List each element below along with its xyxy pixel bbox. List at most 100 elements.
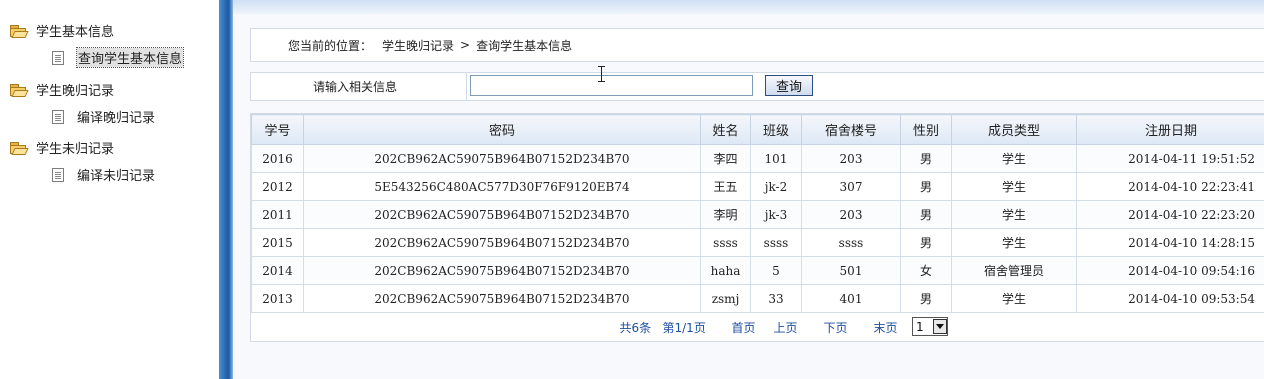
search-input[interactable] bbox=[470, 75, 753, 96]
tree-item-label: 编译未归记录 bbox=[77, 169, 156, 184]
tree-group-absent-records[interactable]: 学生未归记录 bbox=[10, 138, 114, 157]
search-button[interactable]: 查询 bbox=[765, 75, 813, 96]
table-cell: 2012 bbox=[251, 172, 304, 201]
table-cell: 男 bbox=[900, 144, 952, 173]
table-cell: 男 bbox=[900, 228, 952, 257]
table-row: 2016 202CB962AC59075B964B07152D234B70 李四 10… bbox=[251, 144, 1264, 173]
search-divider bbox=[466, 73, 467, 100]
page-select[interactable]: 1 bbox=[912, 317, 948, 336]
table-cell: 学生 bbox=[951, 228, 1077, 257]
pager-first-link[interactable]: 首页 bbox=[732, 319, 756, 336]
pager-row: 共6条 第1/1页 首页 上页 下页 末页 bbox=[252, 313, 1264, 341]
table-cell: 学生 bbox=[951, 144, 1077, 173]
table-cell: 2013 bbox=[251, 284, 304, 313]
pager-total: 共6条 bbox=[619, 321, 652, 335]
table-row: 2014 202CB962AC59075B964B07152D234B70 haha… bbox=[251, 256, 1264, 285]
column-header: 宿舍楼号 bbox=[801, 114, 901, 145]
top-bar bbox=[233, 0, 1264, 14]
table-cell: 男 bbox=[900, 284, 952, 313]
table-cell: 101 bbox=[750, 144, 802, 173]
table-cell: jk-2 bbox=[750, 172, 802, 201]
text-cursor-icon bbox=[598, 66, 605, 82]
tree-item-label: 编译晚归记录 bbox=[77, 111, 156, 126]
pager-page-info: 第1/1页 bbox=[662, 321, 706, 335]
table-cell: 李明 bbox=[700, 200, 751, 229]
table-header-row: 学号 密码 姓名 班级 宿舍楼号 性别 成员类型 注册日期 bbox=[251, 114, 1264, 145]
table-row: 2012 5E543256C480AC577D30F76F9120EB74 王五 jk… bbox=[251, 172, 1264, 201]
table-cell: 学生 bbox=[951, 172, 1077, 201]
frame-splitter[interactable] bbox=[219, 0, 233, 379]
table-cell: 2014-04-11 19:51:52 bbox=[1076, 144, 1264, 173]
column-header: 姓名 bbox=[700, 114, 751, 145]
column-header: 班级 bbox=[750, 114, 802, 145]
folder-open-icon bbox=[10, 25, 29, 38]
tree-group-label: 学生基本信息 bbox=[36, 25, 115, 40]
pager: 共6条 第1/1页 首页 上页 下页 末页 bbox=[252, 313, 1264, 340]
table-cell: 2015 bbox=[251, 228, 304, 257]
table-cell: 宿舍管理员 bbox=[951, 256, 1077, 285]
pager-last-link[interactable]: 末页 bbox=[874, 319, 898, 336]
folder-open-icon bbox=[10, 84, 29, 97]
tree-item-query-student-info[interactable]: 查询学生基本信息 bbox=[52, 47, 185, 68]
chevron-down-icon[interactable] bbox=[933, 319, 947, 334]
document-icon bbox=[52, 50, 64, 65]
table-cell: 2014 bbox=[251, 256, 304, 285]
table-row: 2011 202CB962AC59075B964B07152D234B70 李明 jk… bbox=[251, 200, 1264, 229]
tree-group-student-info[interactable]: 学生基本信息 bbox=[10, 21, 114, 40]
table-cell: 5E543256C480AC577D30F76F9120EB74 bbox=[303, 172, 701, 201]
table-cell: 203 bbox=[801, 200, 901, 229]
table-cell: 2014-04-10 09:54:16 bbox=[1076, 256, 1264, 285]
table-cell: 2014-04-10 22:23:41 bbox=[1076, 172, 1264, 201]
table-cell: ssss bbox=[801, 228, 901, 257]
main-content: 您当前的位置： 学生晚归记录 > 查询学生基本信息 请输入相关信息 查询 学号 … bbox=[233, 0, 1264, 379]
folder-open-icon bbox=[10, 142, 29, 155]
document-icon bbox=[52, 109, 64, 124]
student-table: 学号 密码 姓名 班级 宿舍楼号 性别 成员类型 注册日期 2016 202CB9… bbox=[250, 113, 1264, 342]
table-row: 2015 202CB962AC59075B964B07152D234B70 ssss… bbox=[251, 228, 1264, 257]
table-cell: 学生 bbox=[951, 284, 1077, 313]
table-cell: 2014-04-10 09:53:54 bbox=[1076, 284, 1264, 313]
table-cell: 2011 bbox=[251, 200, 304, 229]
table-cell: 33 bbox=[750, 284, 802, 313]
table-cell: 王五 bbox=[700, 172, 751, 201]
sidebar: 学生基本信息 查询学生基本信息 学生晚归记录 编译晚归记录 学生未归记录 编译未… bbox=[0, 0, 219, 379]
column-header: 密码 bbox=[303, 114, 701, 145]
table-cell: 202CB962AC59075B964B07152D234B70 bbox=[303, 200, 701, 229]
table-cell: 男 bbox=[900, 200, 952, 229]
document-icon bbox=[52, 167, 64, 182]
column-header: 学号 bbox=[251, 114, 304, 145]
page-select-value: 1 bbox=[916, 319, 924, 334]
table-cell: ssss bbox=[700, 228, 751, 257]
table-row: 2013 202CB962AC59075B964B07152D234B70 zsmj… bbox=[251, 284, 1264, 313]
tree-item-label: 查询学生基本信息 bbox=[75, 47, 185, 68]
table-cell: 男 bbox=[900, 172, 952, 201]
table-cell: 5 bbox=[750, 256, 802, 285]
table-cell: 李四 bbox=[700, 144, 751, 173]
table-cell: 女 bbox=[900, 256, 952, 285]
tree-item-edit-absent-records[interactable]: 编译未归记录 bbox=[52, 165, 155, 184]
tree-group-label: 学生晚归记录 bbox=[36, 84, 115, 99]
table-cell: ssss bbox=[750, 228, 802, 257]
pager-next-link[interactable]: 下页 bbox=[824, 319, 848, 336]
pager-prev-link[interactable]: 上页 bbox=[774, 319, 798, 336]
breadcrumb-level1: 学生晚归记录 bbox=[382, 38, 455, 53]
breadcrumb-level2: 查询学生基本信息 bbox=[476, 38, 573, 53]
column-header: 注册日期 bbox=[1076, 114, 1264, 145]
column-header: 性别 bbox=[900, 114, 952, 145]
table-cell: 202CB962AC59075B964B07152D234B70 bbox=[303, 228, 701, 257]
tree-group-late-records[interactable]: 学生晚归记录 bbox=[10, 80, 114, 99]
breadcrumb: 您当前的位置： 学生晚归记录 > 查询学生基本信息 bbox=[250, 28, 1264, 62]
table-cell: 2014-04-10 14:28:15 bbox=[1076, 228, 1264, 257]
tree-item-edit-late-records[interactable]: 编译晚归记录 bbox=[52, 107, 155, 126]
table-cell: zsmj bbox=[700, 284, 751, 313]
table-cell: 2016 bbox=[251, 144, 304, 173]
search-bar: 请输入相关信息 查询 bbox=[250, 72, 1264, 101]
table-cell: 501 bbox=[801, 256, 901, 285]
table-cell: 202CB962AC59075B964B07152D234B70 bbox=[303, 256, 701, 285]
tree-group-label: 学生未归记录 bbox=[36, 142, 115, 157]
table-cell: 学生 bbox=[951, 200, 1077, 229]
table-cell: haha bbox=[700, 256, 751, 285]
pager-cell: 共6条 第1/1页 首页 上页 下页 末页 bbox=[252, 313, 1264, 341]
breadcrumb-separator: > bbox=[460, 38, 471, 52]
table-cell: 202CB962AC59075B964B07152D234B70 bbox=[303, 144, 701, 173]
